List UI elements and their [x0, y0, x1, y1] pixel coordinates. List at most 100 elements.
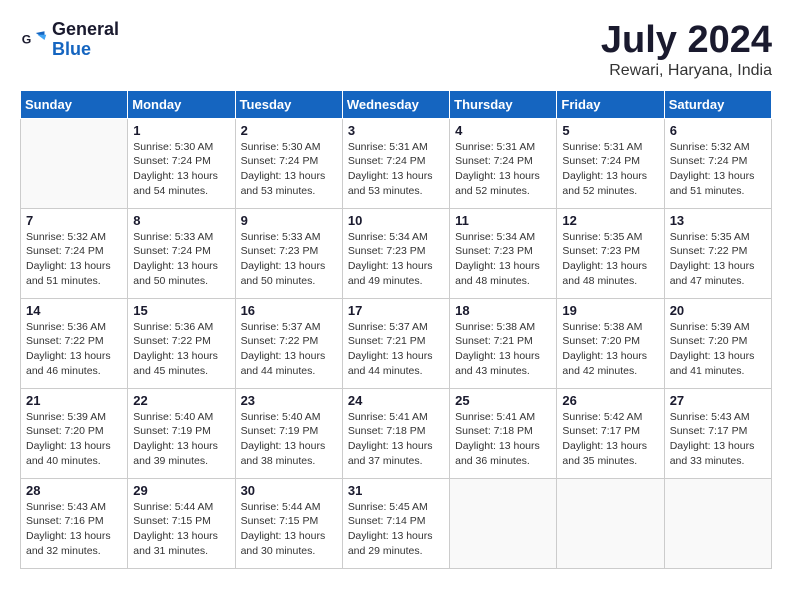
day-number: 31: [348, 483, 444, 498]
calendar-cell: 31 Sunrise: 5:45 AMSunset: 7:14 PMDayligh…: [342, 478, 449, 568]
calendar-cell: 26 Sunrise: 5:42 AMSunset: 7:17 PMDayligh…: [557, 388, 664, 478]
month-title: July 2024: [601, 20, 772, 62]
calendar-cell: 6 Sunrise: 5:32 AMSunset: 7:24 PMDaylight…: [664, 118, 771, 208]
calendar-cell: 27 Sunrise: 5:43 AMSunset: 7:17 PMDayligh…: [664, 388, 771, 478]
day-info: Sunrise: 5:41 AMSunset: 7:18 PMDaylight:…: [348, 410, 444, 469]
day-number: 18: [455, 303, 551, 318]
day-number: 26: [562, 393, 658, 408]
calendar-cell: 2Sunrise: 5:30 AMSunset: 7:24 PMDaylight…: [235, 118, 342, 208]
day-info: Sunrise: 5:43 AMSunset: 7:17 PMDaylight:…: [670, 410, 766, 469]
day-info: Sunrise: 5:45 AMSunset: 7:14 PMDaylight:…: [348, 500, 444, 559]
weekday-header-sunday: Sunday: [21, 90, 128, 118]
day-number: 10: [348, 213, 444, 228]
day-info: Sunrise: 5:34 AMSunset: 7:23 PMDaylight:…: [455, 230, 551, 289]
day-info: Sunrise: 5:40 AMSunset: 7:19 PMDaylight:…: [241, 410, 337, 469]
calendar-cell: 16 Sunrise: 5:37 AMSunset: 7:22 PMDayligh…: [235, 298, 342, 388]
day-info: Sunrise: 5:42 AMSunset: 7:17 PMDaylight:…: [562, 410, 658, 469]
day-number: 16: [241, 303, 337, 318]
calendar-cell: 24 Sunrise: 5:41 AMSunset: 7:18 PMDayligh…: [342, 388, 449, 478]
day-info: Sunrise: 5:32 AMSunset: 7:24 PMDaylight:…: [670, 140, 766, 199]
logo-general-text: General: [52, 20, 119, 40]
calendar-cell: 14 Sunrise: 5:36 AMSunset: 7:22 PMDayligh…: [21, 298, 128, 388]
day-number: 24: [348, 393, 444, 408]
calendar-cell: 19 Sunrise: 5:38 AMSunset: 7:20 PMDayligh…: [557, 298, 664, 388]
day-info: Sunrise: 5:36 AMSunset: 7:22 PMDaylight:…: [26, 320, 122, 379]
day-number: 21: [26, 393, 122, 408]
day-number: 19: [562, 303, 658, 318]
logo-text: General Blue: [52, 20, 119, 60]
calendar-cell: 10 Sunrise: 5:34 AMSunset: 7:23 PMDayligh…: [342, 208, 449, 298]
day-info: Sunrise: 5:38 AMSunset: 7:20 PMDaylight:…: [562, 320, 658, 379]
logo-blue-text: Blue: [52, 40, 119, 60]
weekday-header-friday: Friday: [557, 90, 664, 118]
calendar-cell: [664, 478, 771, 568]
day-info: Sunrise: 5:39 AMSunset: 7:20 PMDaylight:…: [670, 320, 766, 379]
day-info: Sunrise: 5:40 AMSunset: 7:19 PMDaylight:…: [133, 410, 229, 469]
calendar-table: SundayMondayTuesdayWednesdayThursdayFrid…: [20, 90, 772, 569]
day-info: Sunrise: 5:32 AMSunset: 7:24 PMDaylight:…: [26, 230, 122, 289]
day-number: 8: [133, 213, 229, 228]
day-info: Sunrise: 5:44 AMSunset: 7:15 PMDaylight:…: [241, 500, 337, 559]
calendar-cell: 8Sunrise: 5:33 AMSunset: 7:24 PMDaylight…: [128, 208, 235, 298]
location-title: Rewari, Haryana, India: [601, 62, 772, 80]
calendar-cell: 3Sunrise: 5:31 AMSunset: 7:24 PMDaylight…: [342, 118, 449, 208]
week-row-2: 7 Sunrise: 5:32 AMSunset: 7:24 PMDaylight…: [21, 208, 772, 298]
day-number: 17: [348, 303, 444, 318]
logo: G General Blue: [20, 20, 119, 60]
day-number: 13: [670, 213, 766, 228]
calendar-cell: [21, 118, 128, 208]
calendar-cell: 9Sunrise: 5:33 AMSunset: 7:23 PMDaylight…: [235, 208, 342, 298]
calendar-cell: 25Sunrise: 5:41 AMSunset: 7:18 PMDayligh…: [450, 388, 557, 478]
day-info: Sunrise: 5:38 AMSunset: 7:21 PMDaylight:…: [455, 320, 551, 379]
day-number: 27: [670, 393, 766, 408]
day-number: 28: [26, 483, 122, 498]
day-number: 22: [133, 393, 229, 408]
day-number: 9: [241, 213, 337, 228]
calendar-cell: 23 Sunrise: 5:40 AMSunset: 7:19 PMDayligh…: [235, 388, 342, 478]
day-info: Sunrise: 5:31 AMSunset: 7:24 PMDaylight:…: [562, 140, 658, 199]
day-info: Sunrise: 5:41 AMSunset: 7:18 PMDaylight:…: [455, 410, 551, 469]
day-number: 12: [562, 213, 658, 228]
day-number: 14: [26, 303, 122, 318]
day-info: Sunrise: 5:37 AMSunset: 7:22 PMDaylight:…: [241, 320, 337, 379]
day-number: 30: [241, 483, 337, 498]
day-number: 20: [670, 303, 766, 318]
day-number: 23: [241, 393, 337, 408]
weekday-header-thursday: Thursday: [450, 90, 557, 118]
calendar-cell: 20 Sunrise: 5:39 AMSunset: 7:20 PMDayligh…: [664, 298, 771, 388]
calendar-cell: 5Sunrise: 5:31 AMSunset: 7:24 PMDaylight…: [557, 118, 664, 208]
weekday-header-monday: Monday: [128, 90, 235, 118]
page-header: G General Blue July 2024 Rewari, Haryana…: [20, 20, 772, 80]
day-number: 7: [26, 213, 122, 228]
calendar-cell: 7 Sunrise: 5:32 AMSunset: 7:24 PMDaylight…: [21, 208, 128, 298]
day-info: Sunrise: 5:37 AMSunset: 7:21 PMDaylight:…: [348, 320, 444, 379]
calendar-cell: 22 Sunrise: 5:40 AMSunset: 7:19 PMDayligh…: [128, 388, 235, 478]
calendar-cell: 17 Sunrise: 5:37 AMSunset: 7:21 PMDayligh…: [342, 298, 449, 388]
day-info: Sunrise: 5:34 AMSunset: 7:23 PMDaylight:…: [348, 230, 444, 289]
day-info: Sunrise: 5:43 AMSunset: 7:16 PMDaylight:…: [26, 500, 122, 559]
svg-text:G: G: [22, 32, 32, 46]
calendar-cell: 30 Sunrise: 5:44 AMSunset: 7:15 PMDayligh…: [235, 478, 342, 568]
calendar-cell: 12Sunrise: 5:35 AMSunset: 7:23 PMDayligh…: [557, 208, 664, 298]
weekday-header-wednesday: Wednesday: [342, 90, 449, 118]
day-number: 2: [241, 123, 337, 138]
day-number: 1: [133, 123, 229, 138]
calendar-cell: 11 Sunrise: 5:34 AMSunset: 7:23 PMDayligh…: [450, 208, 557, 298]
week-row-1: 1Sunrise: 5:30 AMSunset: 7:24 PMDaylight…: [21, 118, 772, 208]
calendar-cell: 28 Sunrise: 5:43 AMSunset: 7:16 PMDayligh…: [21, 478, 128, 568]
week-row-4: 21Sunrise: 5:39 AMSunset: 7:20 PMDayligh…: [21, 388, 772, 478]
weekday-header-row: SundayMondayTuesdayWednesdayThursdayFrid…: [21, 90, 772, 118]
calendar-cell: 21Sunrise: 5:39 AMSunset: 7:20 PMDayligh…: [21, 388, 128, 478]
day-number: 11: [455, 213, 551, 228]
day-info: Sunrise: 5:36 AMSunset: 7:22 PMDaylight:…: [133, 320, 229, 379]
day-info: Sunrise: 5:44 AMSunset: 7:15 PMDaylight:…: [133, 500, 229, 559]
weekday-header-saturday: Saturday: [664, 90, 771, 118]
calendar-cell: 18 Sunrise: 5:38 AMSunset: 7:21 PMDayligh…: [450, 298, 557, 388]
weekday-header-tuesday: Tuesday: [235, 90, 342, 118]
day-number: 29: [133, 483, 229, 498]
week-row-3: 14 Sunrise: 5:36 AMSunset: 7:22 PMDayligh…: [21, 298, 772, 388]
calendar-cell: 13 Sunrise: 5:35 AMSunset: 7:22 PMDayligh…: [664, 208, 771, 298]
day-number: 6: [670, 123, 766, 138]
calendar-cell: [450, 478, 557, 568]
day-info: Sunrise: 5:35 AMSunset: 7:22 PMDaylight:…: [670, 230, 766, 289]
